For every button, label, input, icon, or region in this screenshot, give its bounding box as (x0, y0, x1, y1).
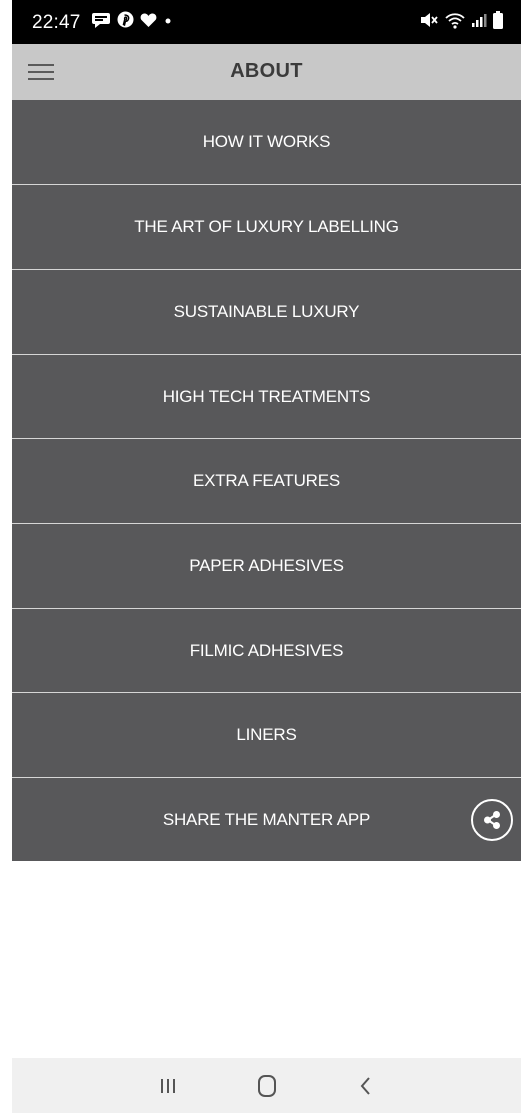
pinterest-icon (117, 11, 134, 33)
wifi-icon (445, 11, 465, 34)
menu-item-how-it-works[interactable]: HOW IT WORKS (12, 100, 521, 184)
mute-icon (419, 11, 439, 34)
heart-icon (140, 12, 157, 33)
about-menu-list: HOW IT WORKS THE ART OF LUXURY LABELLING… (12, 100, 521, 861)
recent-apps-icon[interactable] (128, 1058, 208, 1113)
menu-item-extra-features[interactable]: EXTRA FEATURES (12, 439, 521, 523)
notification-icons (91, 11, 173, 34)
menu-item-art-of-luxury-labelling[interactable]: THE ART OF LUXURY LABELLING (12, 185, 521, 269)
share-icon[interactable] (471, 799, 513, 841)
battery-icon (493, 10, 503, 34)
menu-item-label: PAPER ADHESIVES (189, 556, 344, 575)
menu-item-label: FILMIC ADHESIVES (189, 641, 344, 660)
system-icons (419, 10, 503, 34)
menu-item-liners[interactable]: LINERS (12, 693, 521, 777)
back-icon[interactable] (326, 1058, 406, 1113)
menu-item-label: HOW IT WORKS (202, 132, 331, 151)
menu-item-label: LINERS (236, 725, 297, 744)
menu-item-sustainable-luxury[interactable]: SUSTAINABLE LUXURY (12, 270, 521, 354)
system-navigation-bar (12, 1058, 521, 1113)
menu-item-label: SHARE THE MANTER APP (162, 809, 371, 829)
menu-item-share-app[interactable]: SHARE THE MANTER APP (12, 778, 521, 861)
menu-item-label: THE ART OF LUXURY LABELLING (134, 217, 399, 236)
about-screen: 22:47 ABOUT HOW IT WORKS THE ART OF LUXU… (0, 0, 521, 1113)
menu-item-paper-adhesives[interactable]: PAPER ADHESIVES (12, 524, 521, 608)
signal-icon (471, 12, 487, 33)
menu-item-filmic-adhesives[interactable]: FILMIC ADHESIVES (12, 609, 521, 693)
message-icon (91, 11, 111, 34)
status-time: 22:47 (32, 12, 81, 33)
menu-item-label: EXTRA FEATURES (192, 471, 341, 490)
menu-item-label: HIGH TECH TREATMENTS (162, 387, 371, 406)
home-icon[interactable] (227, 1058, 307, 1113)
status-bar: 22:47 (12, 0, 521, 44)
dot-icon (163, 13, 173, 31)
page-title: ABOUT (230, 60, 303, 82)
menu-item-label: SUSTAINABLE LUXURY (173, 302, 360, 321)
app-header: ABOUT (12, 44, 521, 100)
menu-item-high-tech-treatments[interactable]: HIGH TECH TREATMENTS (12, 355, 521, 439)
